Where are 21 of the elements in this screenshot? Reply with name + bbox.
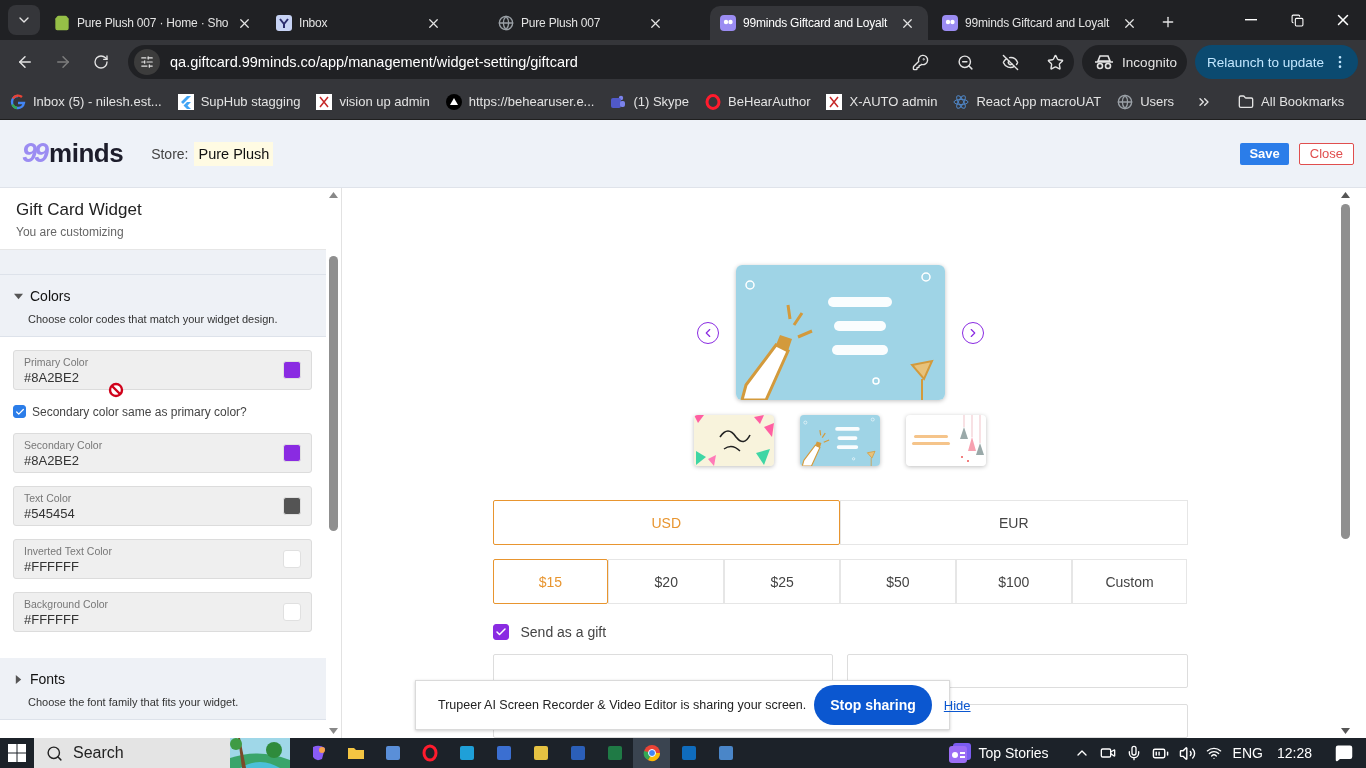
sharing-message: Trupeer AI Screen Recorder & Video Editor is sharing your screen. [438,698,807,712]
checkbox-label: Secondary color same as primary color? [32,404,247,419]
panel-subtitle: You are customizing [16,225,125,239]
field-label: Secondary Color [24,438,104,451]
field-label: Inverted Text Color [24,544,113,557]
section-description: Choose the font family that fits your widget. [28,696,240,708]
field-value: #545454 [24,505,76,521]
store-name: Pure Plush [194,141,274,166]
section-description: Choose color codes that match your widget design. [28,313,279,325]
field-value: #FFFFFF [24,558,80,574]
store-label: Store: [151,145,189,162]
field-value: #8A2BE2 [24,369,80,385]
panel-title: Gift Card Widget [16,200,143,220]
checkbox-label: Send as a gift [520,624,607,640]
field-label: Background Color [24,597,110,610]
logo-name: minds [49,138,124,169]
field-value: #FFFFFF [24,611,80,627]
field-label: Text Color [24,491,73,504]
logo-mark: 99 [22,138,47,169]
field-value: #8A2BE2 [24,452,80,468]
field-label: Primary Color [24,355,90,368]
